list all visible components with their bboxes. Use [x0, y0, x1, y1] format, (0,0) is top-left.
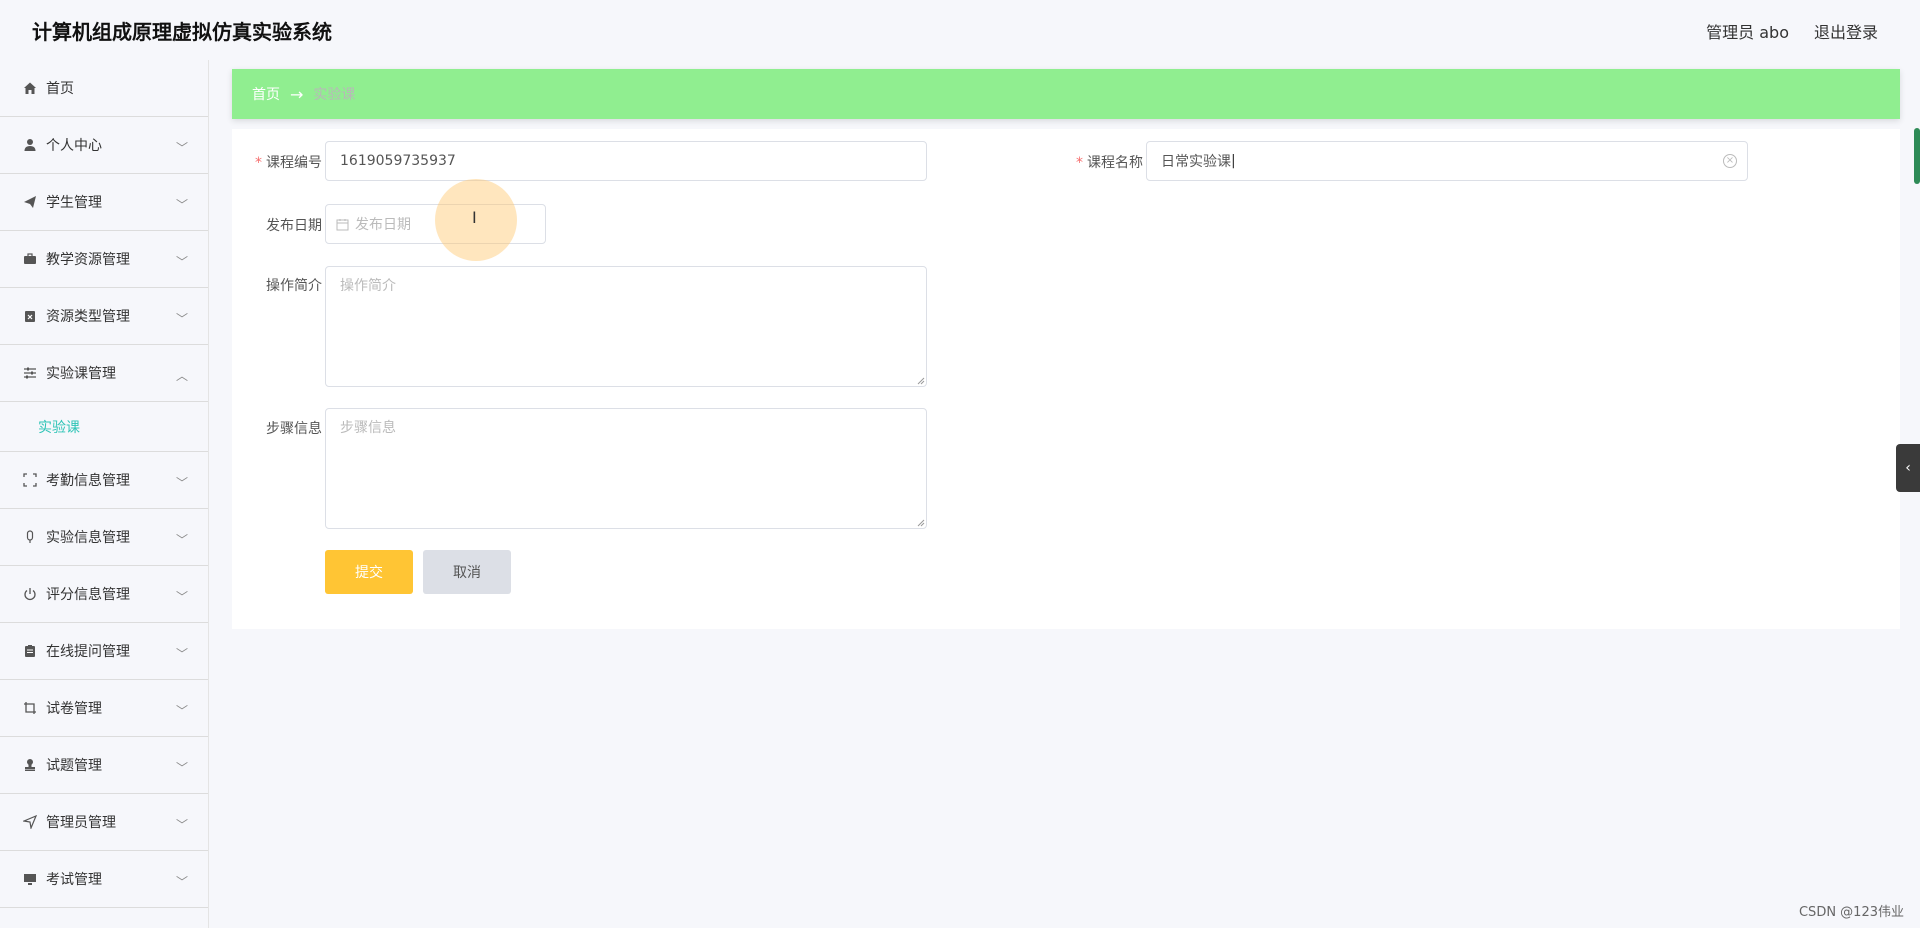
sidebar-item-attendance[interactable]: 考勤信息管理 ﹀ [0, 452, 208, 509]
sidebar-item-exam-management[interactable]: 考试管理 ﹀ [0, 851, 208, 908]
course-name-label: * 课程名称 [1076, 155, 1143, 171]
intro-label: 操作简介 [266, 278, 322, 294]
required-mark: * [1076, 155, 1083, 171]
sidebar-item-label: 教学资源管理 [46, 252, 130, 268]
navigation-icon [22, 814, 38, 830]
chevron-down-icon: ﹀ [175, 141, 188, 155]
sidebar-item-online-questions[interactable]: 在线提问管理 ﹀ [0, 623, 208, 680]
sidebar-item-home[interactable]: 首页 [0, 60, 208, 117]
sidebar: 首页 个人中心 ﹀ 学生管理 ﹀ 教学资源管理 ﹀ 资源类型管理 ﹀ 实验课管理… [0, 60, 209, 928]
sidebar-subitem-course[interactable]: 实验课 [0, 402, 208, 452]
sidebar-item-experiment-info[interactable]: 实验信息管理 ﹀ [0, 509, 208, 566]
sidebar-item-label: 首页 [46, 81, 74, 97]
sidebar-item-scoring[interactable]: 评分信息管理 ﹀ [0, 566, 208, 623]
sidebar-item-admin-management[interactable]: 管理员管理 ﹀ [0, 794, 208, 851]
fullscreen-icon [22, 472, 38, 488]
chevron-down-icon: ﹀ [175, 533, 188, 547]
chevron-down-icon: ﹀ [175, 704, 188, 718]
breadcrumb: 首页 → 实验课 [232, 69, 1900, 119]
sidebar-item-label: 考勤信息管理 [46, 473, 130, 489]
sidebar-item-label: 试卷管理 [46, 701, 102, 717]
resize-handle-icon[interactable] [915, 375, 925, 385]
course-no-input[interactable]: 1619059735937 [325, 141, 927, 181]
clipboard-x-icon [22, 308, 38, 324]
sidebar-item-label: 资源类型管理 [46, 309, 130, 325]
chevron-down-icon: ﹀ [175, 647, 188, 661]
logout-link[interactable]: 退出登录 [1814, 19, 1878, 43]
scrollbar-thumb[interactable] [1914, 128, 1920, 184]
collapse-panel-button[interactable]: ‹ [1896, 444, 1920, 492]
sidebar-item-label: 个人中心 [46, 138, 102, 154]
sidebar-item-label: 评分信息管理 [46, 587, 130, 603]
stamp-icon [22, 757, 38, 773]
clear-icon[interactable]: × [1723, 154, 1737, 168]
sidebar-item-label: 实验信息管理 [46, 530, 130, 546]
briefcase-icon [22, 251, 38, 267]
steps-textarea[interactable]: 步骤信息 [325, 408, 927, 529]
sidebar-item-personal-center[interactable]: 个人中心 ﹀ [0, 117, 208, 174]
monitor-icon [22, 871, 38, 887]
app-title: 计算机组成原理虚拟仿真实验系统 [32, 20, 332, 44]
chevron-down-icon: ﹀ [175, 198, 188, 212]
arrow-right-icon: → [290, 84, 304, 104]
microphone-icon [22, 529, 38, 545]
admin-username: 管理员 abo [1706, 23, 1789, 42]
sidebar-item-label: 实验课管理 [46, 366, 116, 382]
sidebar-item-course-management[interactable]: 实验课管理 ︿ [0, 345, 208, 402]
chevron-down-icon: ﹀ [175, 761, 188, 775]
sliders-icon [22, 365, 38, 381]
sidebar-item-questions[interactable]: 试题管理 ﹀ [0, 737, 208, 794]
sidebar-item-resource-types[interactable]: 资源类型管理 ﹀ [0, 288, 208, 345]
chevron-down-icon: ﹀ [175, 818, 188, 832]
watermark: CSDN @123伟业 [1798, 905, 1904, 920]
submit-button[interactable]: 提交 [325, 550, 413, 594]
paper-plane-icon [22, 194, 38, 210]
top-bar: 计算机组成原理虚拟仿真实验系统 管理员 abo 退出登录 [0, 0, 1920, 60]
course-no-label: * 课程编号 [255, 155, 322, 171]
required-mark: * [255, 155, 262, 171]
chevron-up-icon: ︿ [175, 369, 188, 383]
sidebar-item-label: 在线提问管理 [46, 644, 130, 660]
text-cursor-icon: I [472, 208, 477, 227]
intro-textarea[interactable]: 操作简介 [325, 266, 927, 387]
clipboard-icon [22, 643, 38, 659]
chevron-left-icon: ‹ [1905, 460, 1911, 476]
chevron-down-icon: ﹀ [175, 312, 188, 326]
steps-label: 步骤信息 [266, 421, 322, 437]
calendar-icon [336, 218, 349, 231]
breadcrumb-home[interactable]: 首页 [252, 84, 280, 104]
sidebar-item-label: 管理员管理 [46, 815, 116, 831]
cancel-button[interactable]: 取消 [423, 550, 511, 594]
sidebar-item-student-management[interactable]: 学生管理 ﹀ [0, 174, 208, 231]
course-name-input[interactable]: 日常实验课 | × [1146, 141, 1748, 181]
sidebar-item-teaching-resources[interactable]: 教学资源管理 ﹀ [0, 231, 208, 288]
chevron-down-icon: ﹀ [175, 875, 188, 889]
chevron-down-icon: ﹀ [175, 476, 188, 490]
crop-icon [22, 700, 38, 716]
chevron-down-icon: ﹀ [175, 255, 188, 269]
resize-handle-icon[interactable] [915, 517, 925, 527]
sidebar-item-label: 考试管理 [46, 872, 102, 888]
sidebar-item-label: 学生管理 [46, 195, 102, 211]
publish-date-label: 发布日期 [266, 218, 322, 234]
home-icon [22, 80, 38, 96]
sidebar-item-exam-papers[interactable]: 试卷管理 ﹀ [0, 680, 208, 737]
breadcrumb-current: 实验课 [313, 87, 356, 103]
sidebar-item-label: 试题管理 [46, 758, 102, 774]
user-icon [22, 137, 38, 153]
power-icon [22, 586, 38, 602]
chevron-down-icon: ﹀ [175, 590, 188, 604]
